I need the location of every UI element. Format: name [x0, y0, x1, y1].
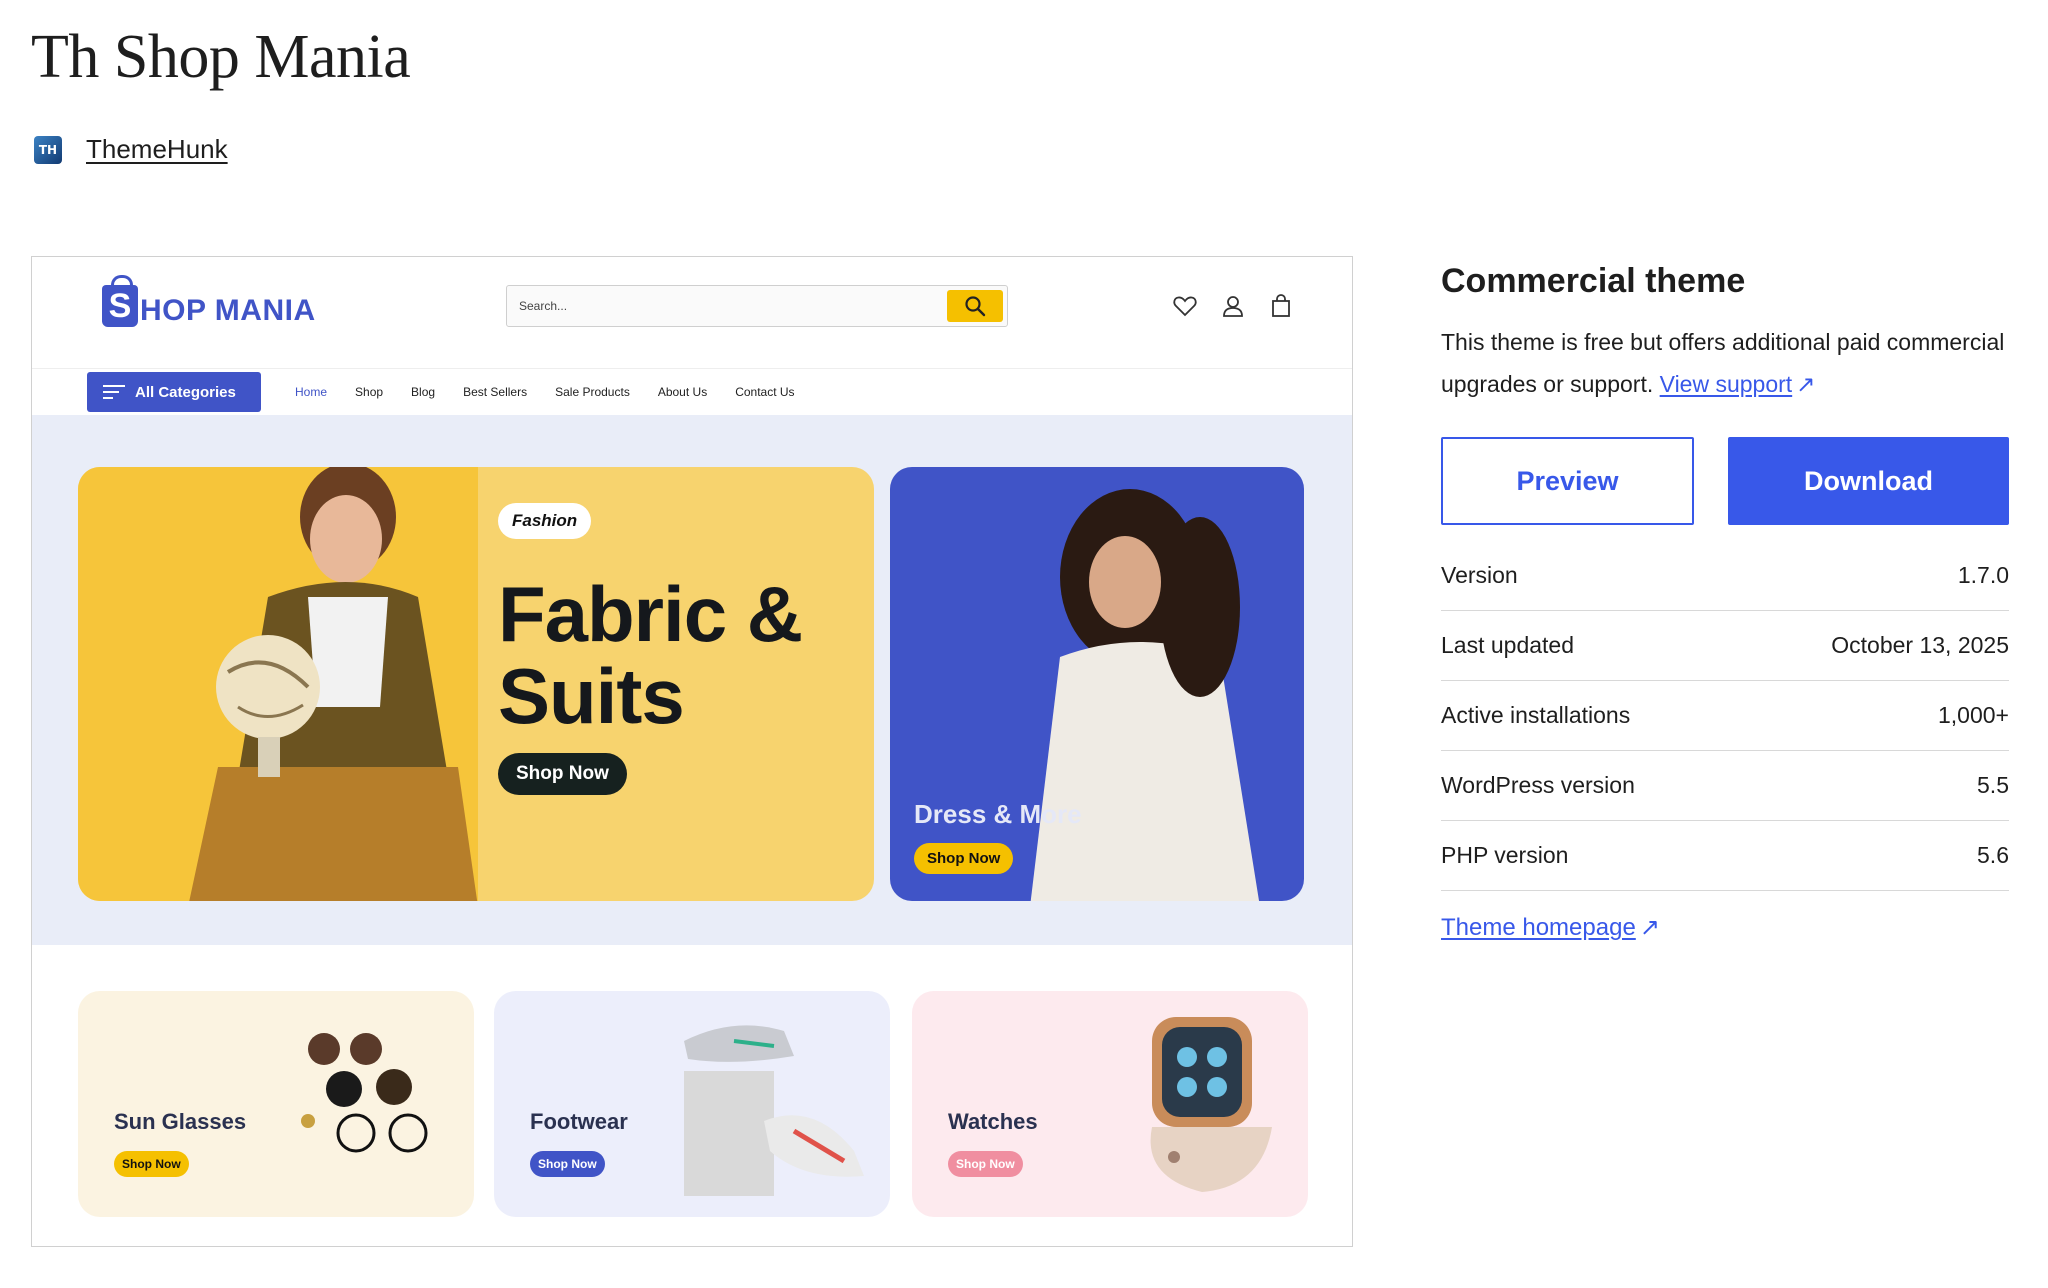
mock-nav-shop: Shop [355, 385, 384, 399]
category-name: Watches [948, 1109, 1038, 1134]
mock-search-bar: Search... [506, 285, 1008, 327]
commercial-heading: Commercial theme [1441, 262, 1746, 300]
sneakers-image [684, 1025, 864, 1196]
category-name: Footwear [530, 1109, 628, 1134]
commercial-description: This theme is free but offers additional… [1441, 321, 2009, 405]
meta-row-php-version: PHP version 5.6 [1441, 821, 2009, 891]
man-with-globe-image [189, 467, 478, 901]
category-card-footwear: Footwear Shop Now [494, 991, 890, 1217]
menu-icon [103, 385, 125, 399]
all-categories-button: All Categories [87, 372, 261, 412]
theme-screenshot: S HOP MANIA Search... All Categories Hom… [31, 256, 1353, 1247]
hero-tag: Fashion [498, 503, 592, 539]
hero-banner-dress: Dress & More Shop Now [890, 467, 1304, 901]
theme-homepage-link[interactable]: Theme homepage ↗ [1441, 913, 1660, 942]
meta-value: 1.7.0 [1957, 562, 2009, 588]
category-shop-now-button: Shop Now [114, 1151, 189, 1177]
meta-row-version: Version 1.7.0 [1441, 541, 2009, 611]
mock-nav-home: Home [295, 385, 328, 399]
hero-banner-fashion: Fashion Fabric & Suits Shop Now [78, 467, 874, 901]
smartwatch-image [1150, 1017, 1272, 1192]
woman-image [1030, 489, 1260, 901]
theme-meta-list: Version 1.7.0 Last updated October 13, 2… [1441, 541, 2009, 891]
page-title: Th Shop Mania [31, 23, 411, 91]
meta-value: 5.6 [1977, 842, 2009, 868]
external-link-icon: ↗ [1639, 914, 1660, 941]
meta-label: PHP version [1441, 842, 1569, 868]
hero-shop-now-button: Shop Now [498, 753, 627, 795]
meta-label: Version [1441, 562, 1518, 588]
mock-nav-sale-products: Sale Products [555, 385, 630, 399]
meta-value: October 13, 2025 [1831, 632, 2009, 658]
mock-nav-contact: Contact Us [735, 385, 795, 399]
mock-header: S HOP MANIA Search... [32, 257, 1352, 369]
sunglasses-image [301, 1033, 428, 1153]
mock-logo: S HOP MANIA [102, 275, 316, 327]
mock-nav-best-sellers: Best Sellers [463, 385, 528, 399]
meta-row-wordpress-version: WordPress version 5.5 [1441, 751, 2009, 821]
all-categories-label: All Categories [135, 383, 236, 401]
preview-button[interactable]: Preview [1441, 437, 1695, 525]
meta-label: Last updated [1441, 632, 1575, 658]
external-link-icon: ↗ [1796, 371, 1816, 397]
category-shop-now-button: Shop Now [530, 1151, 605, 1177]
category-card-watches: Watches Shop Now [912, 991, 1308, 1217]
heart-icon [1172, 293, 1198, 319]
author-byline: TH ThemeHunk [34, 134, 228, 165]
mock-nav-links: Home Shop Blog Best Sellers Sale Product… [295, 385, 795, 399]
bag-icon [1268, 293, 1294, 319]
search-icon [947, 290, 1003, 322]
shopping-bag-logo-icon: S [102, 275, 138, 327]
mock-nav-blog: Blog [411, 385, 436, 399]
theme-sidebar: Commercial theme This theme is free but … [1441, 262, 2009, 942]
mock-logo-text: HOP MANIA [140, 294, 316, 327]
user-icon [1220, 293, 1246, 319]
category-name: Sun Glasses [114, 1109, 247, 1134]
meta-value: 1,000+ [1938, 702, 2009, 728]
mock-hero: Fashion Fabric & Suits Shop Now Dress & … [32, 415, 1352, 945]
download-button[interactable]: Download [1728, 437, 2009, 525]
meta-label: WordPress version [1441, 772, 1635, 798]
mock-category-cards: Sun Glasses Shop Now Footwear Shop Now W… [32, 945, 1352, 1246]
theme-homepage-label: Theme homepage [1441, 914, 1636, 941]
mock-nav-about: About Us [657, 385, 708, 399]
hero-title: Fabric & Suits [498, 570, 803, 740]
mock-header-icons [1172, 293, 1294, 319]
promo-title: Dress & More [914, 799, 1082, 829]
mock-search-placeholder: Search... [519, 299, 568, 313]
action-buttons: Preview Download [1441, 437, 2009, 525]
view-support-link[interactable]: View support ↗ [1660, 371, 1816, 397]
author-link[interactable]: ThemeHunk [86, 134, 228, 165]
meta-row-last-updated: Last updated October 13, 2025 [1441, 611, 2009, 681]
meta-label: Active installations [1441, 702, 1631, 728]
promo-shop-now-button: Shop Now [914, 843, 1014, 874]
mock-nav: All Categories Home Shop Blog Best Selle… [32, 369, 1352, 415]
author-avatar: TH [34, 135, 62, 164]
category-shop-now-button: Shop Now [948, 1151, 1023, 1177]
meta-value: 5.5 [1977, 772, 2009, 798]
meta-row-active-installations: Active installations 1,000+ [1441, 681, 2009, 751]
category-card-sunglasses: Sun Glasses Shop Now [78, 991, 474, 1217]
view-support-label: View support [1659, 371, 1793, 397]
